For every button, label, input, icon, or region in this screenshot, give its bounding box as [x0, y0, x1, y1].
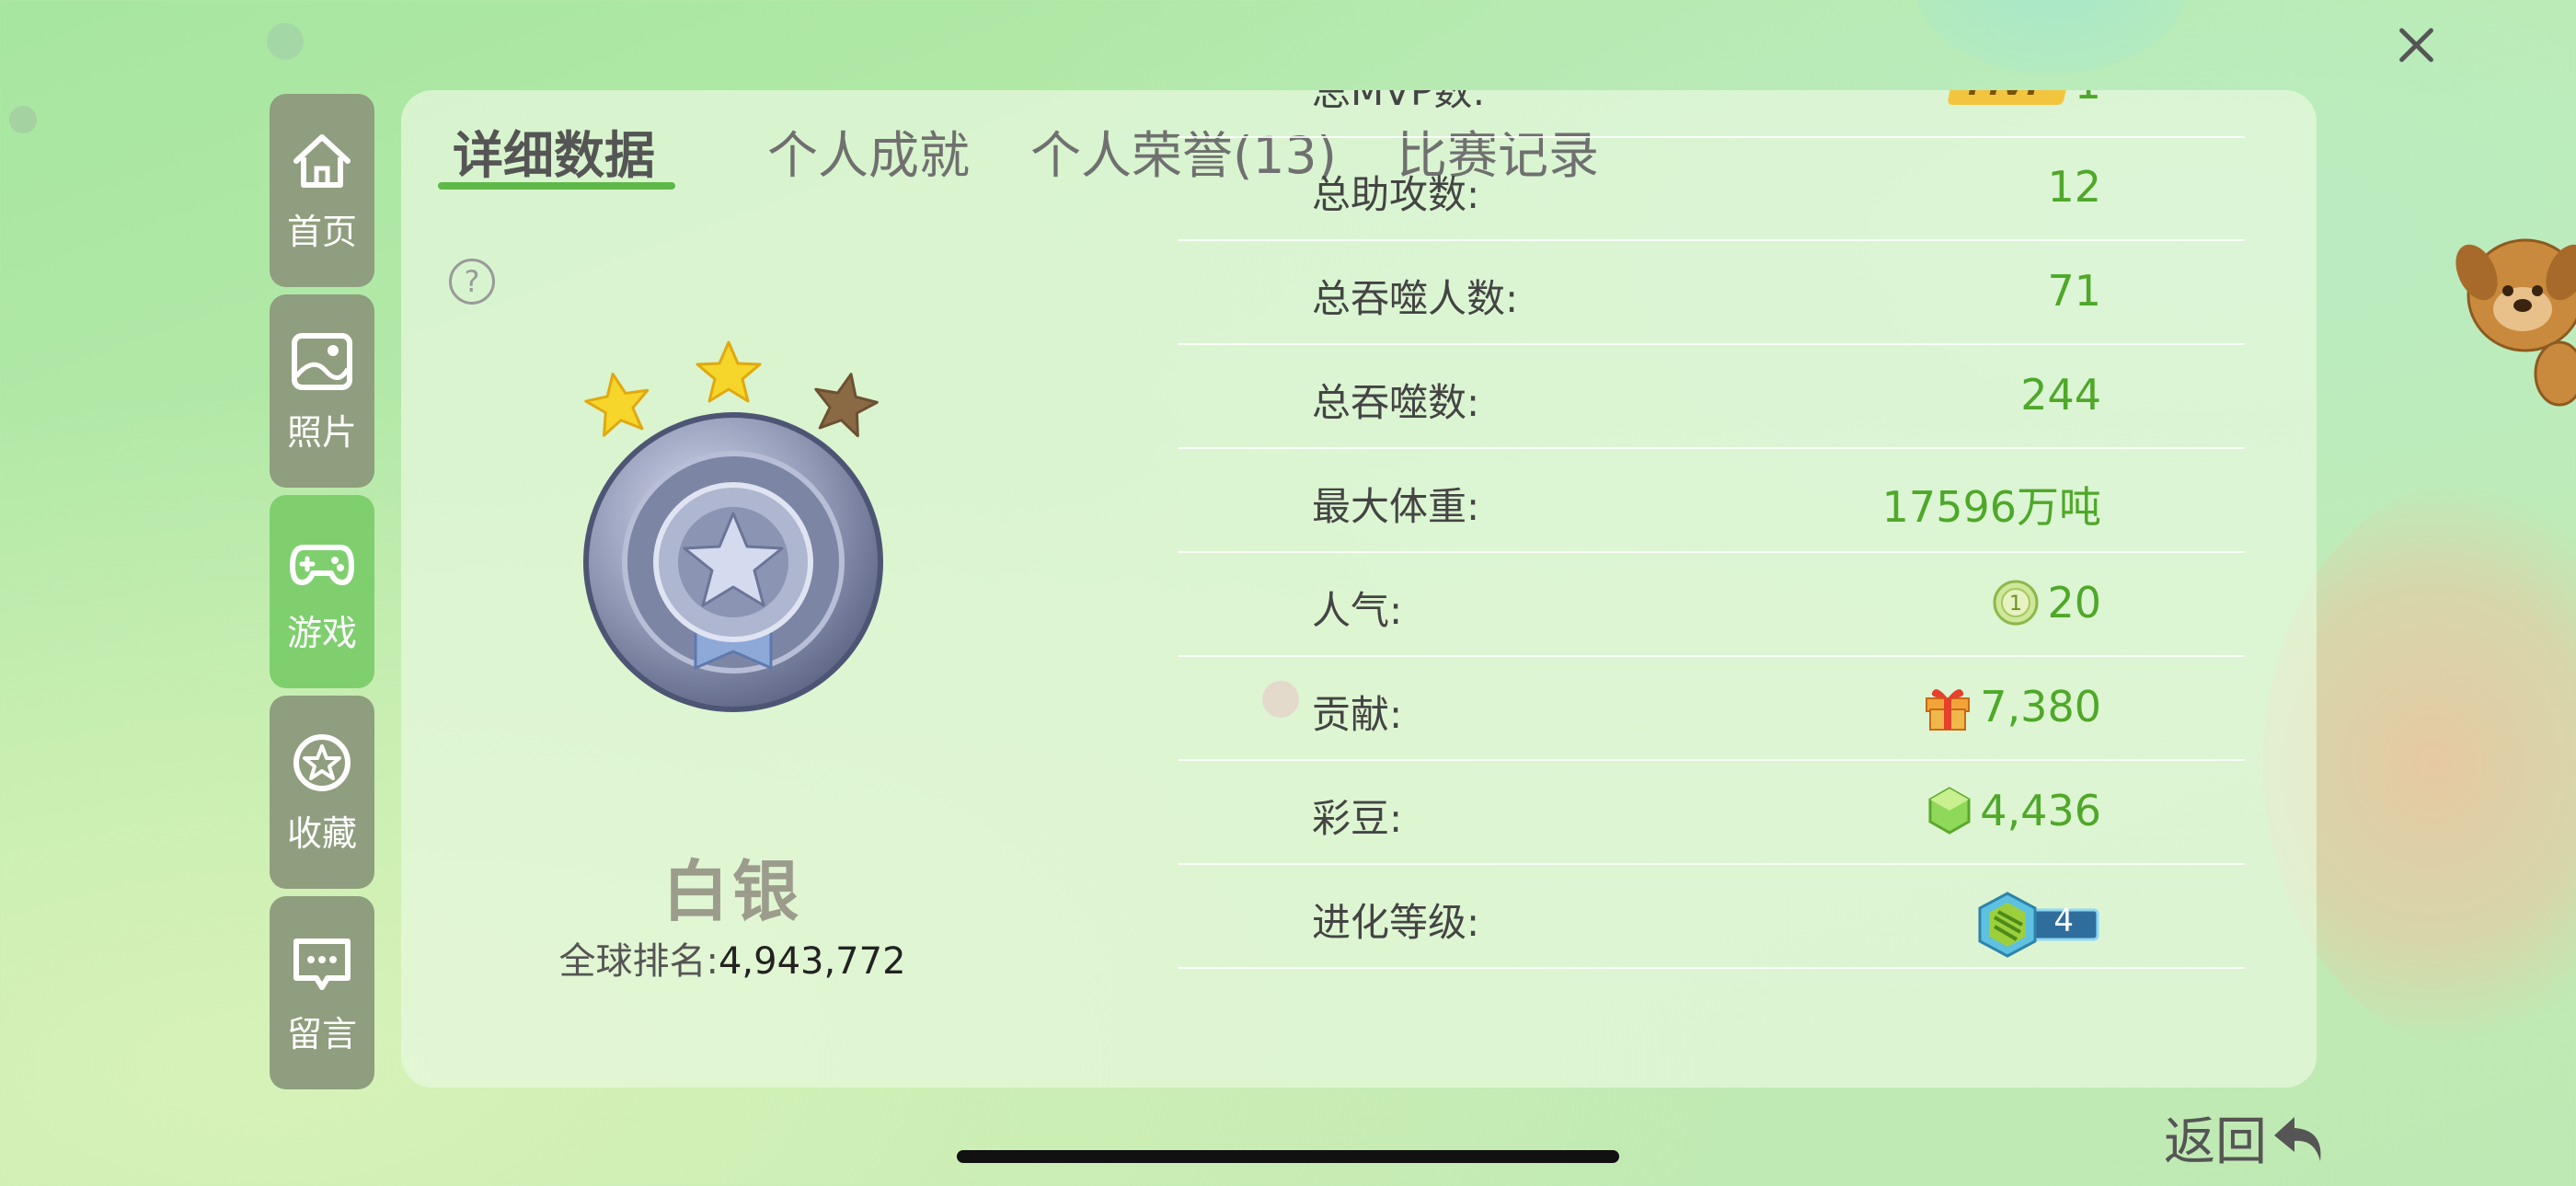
rank-name: 白银 [661, 853, 802, 930]
stat-row-assists: 总助攻数: 12 [1178, 136, 2245, 241]
sidebar-item-photos[interactable]: 照片 [270, 294, 374, 488]
home-indicator[interactable] [957, 1150, 1619, 1163]
star-filled-icon [696, 340, 762, 403]
gift-icon [1926, 689, 1971, 731]
stat-row-players-eaten: 总吞噬人数: 71 [1178, 240, 2245, 345]
stat-value-text: 20 [2047, 578, 2101, 628]
background-blob [1914, 0, 2190, 74]
stat-row-colorful-beans: 彩豆: 4,436 [1178, 760, 2245, 865]
stat-label: 人气: [1312, 588, 1403, 633]
return-arrow-icon [2274, 1116, 2321, 1161]
sidebar-item-label: 游戏 [286, 612, 357, 653]
stat-row-mvp: 总MVP数: MVP1 [1178, 90, 2245, 138]
stat-value: 4,436 [1926, 786, 2101, 835]
stat-label: 总MVP数: [1312, 90, 1486, 114]
silver-medal-icon [583, 412, 883, 712]
close-icon[interactable] [2392, 20, 2440, 68]
sidebar-item-favorites[interactable]: 收藏 [270, 696, 374, 889]
stats-list[interactable]: 总MVP数: MVP1 总助攻数: 12 总吞噬人数: 71 总吞噬数: 244… [1178, 90, 2245, 1088]
sidebar-item-label: 照片 [286, 411, 357, 453]
stat-row-contribution: 贡献: 7,380 [1178, 656, 2245, 761]
stat-label: 总吞噬数: [1312, 380, 1480, 425]
stat-row-total-eaten: 总吞噬数: 244 [1178, 344, 2245, 449]
stat-value: 244 [2020, 370, 2101, 420]
help-icon[interactable]: ? [449, 259, 495, 305]
stat-value: 7,380 [1923, 682, 2101, 731]
stat-label: 贡献: [1312, 692, 1403, 737]
stat-row-popularity: 人气: 1 20 [1178, 552, 2245, 657]
stat-label: 总助攻数: [1312, 172, 1480, 217]
photo-icon [292, 332, 352, 390]
stat-value: 1 20 [1992, 578, 2101, 628]
stat-row-max-weight: 最大体重: 17596万吨 [1178, 448, 2245, 553]
profile-panel: 详细数据 个人成就 个人荣誉(13) 比赛记录 ? 白银 全球排名:4,943,… [401, 90, 2317, 1088]
home-icon [293, 133, 351, 188]
stat-label: 最大体重: [1312, 484, 1480, 529]
back-button[interactable]: 返回 [2164, 1100, 2328, 1175]
sidebar-item-label: 收藏 [286, 812, 357, 854]
evolution-icon [1978, 892, 2099, 958]
back-label: 返回 [2164, 1112, 2267, 1172]
mvp-badge: MVP [1946, 90, 2072, 105]
stat-value: MVP1 [1946, 90, 2101, 109]
bean-icon [1928, 787, 1971, 835]
evolution-level-number: 4 [2053, 903, 2074, 939]
stat-value-text: 4,436 [1980, 786, 2101, 835]
background-dot [267, 23, 304, 60]
global-rank-label: 全球排名: [558, 940, 719, 983]
stat-label: 彩豆: [1312, 796, 1403, 841]
stat-label: 进化等级: [1312, 900, 1480, 945]
sidebar-item-label: 留言 [286, 1013, 357, 1054]
message-icon [293, 938, 351, 990]
stat-value-text: 7,380 [1980, 682, 2101, 731]
stat-row-evolution-level: 进化等级: 4 [1178, 864, 2245, 969]
popularity-coin-icon: 1 [1993, 580, 2039, 626]
sidebar-item-home[interactable]: 首页 [270, 94, 374, 287]
active-tab-indicator [438, 182, 675, 190]
stat-value-text: 1 [2075, 90, 2101, 109]
global-rank-value: 4,943,772 [718, 940, 906, 983]
background-dot [9, 106, 37, 133]
sidebar: 首页 照片 游戏 收藏 留言 [270, 94, 374, 1097]
stat-label: 总吞噬人数: [1312, 276, 1519, 321]
sidebar-item-label: 首页 [286, 211, 357, 252]
gamepad-icon [290, 544, 354, 585]
stat-value: 71 [2047, 266, 2101, 316]
sidebar-item-games[interactable]: 游戏 [270, 495, 374, 688]
star-badge-icon [293, 733, 351, 791]
svg-text:1: 1 [2009, 593, 2022, 616]
pet-dog-icon [2455, 238, 2576, 407]
tab-achievements[interactable]: 个人成就 [767, 114, 970, 188]
tab-details[interactable]: 详细数据 [453, 114, 655, 188]
global-rank: 全球排名:4,943,772 [401, 931, 1064, 984]
sidebar-item-messages[interactable]: 留言 [270, 896, 374, 1089]
stat-value: 12 [2047, 162, 2101, 212]
stat-value: 4 [1974, 890, 2101, 960]
stat-value: 17596万吨 [1881, 482, 2101, 532]
